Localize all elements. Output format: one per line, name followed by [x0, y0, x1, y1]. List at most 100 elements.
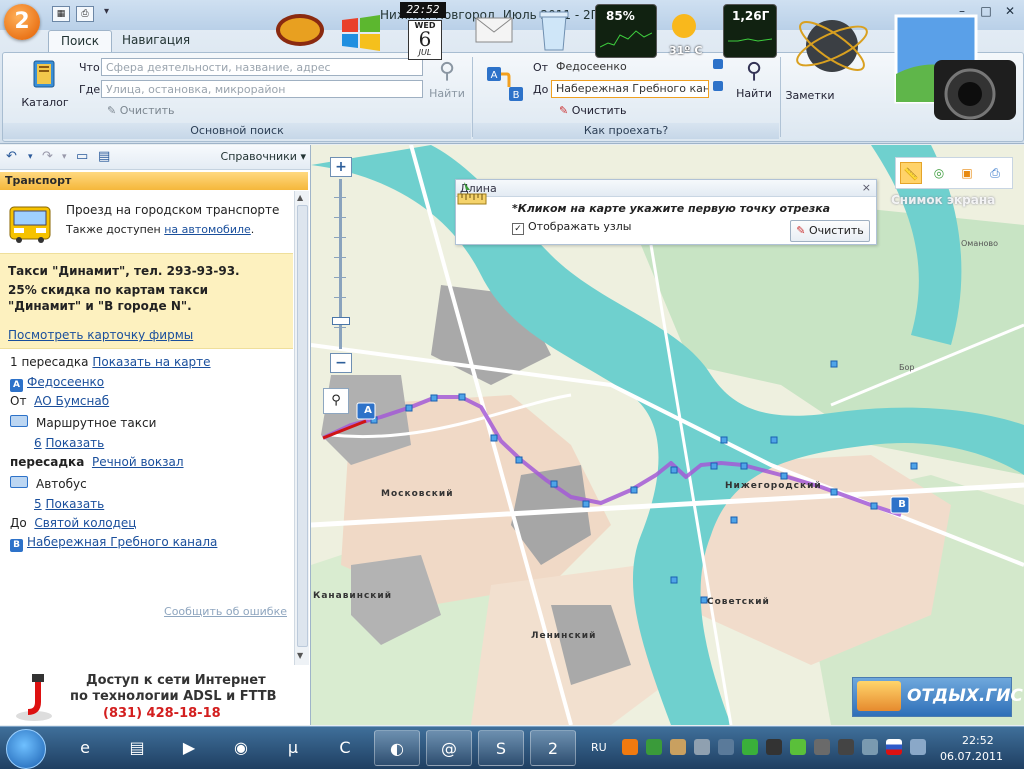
layers-tool-icon[interactable]: ▣	[956, 162, 978, 184]
swap-route-icon[interactable]	[713, 59, 723, 69]
leg2-mode: Автобус	[36, 477, 87, 491]
measure-clear-button[interactable]: ✎ Очистить	[790, 220, 870, 242]
camera-gadget-icon[interactable]	[894, 14, 1018, 136]
leg2-count-link[interactable]: 5	[34, 497, 42, 511]
back-icon[interactable]: ↶	[6, 149, 17, 164]
minibus-icon	[10, 415, 28, 427]
left-scrollbar[interactable]: ▲ ▼	[294, 191, 309, 665]
2gis-tray-icon[interactable]	[622, 739, 638, 755]
battery-tray-icon[interactable]	[814, 739, 830, 755]
firm-card-link[interactable]: Посмотреть карточку фирмы	[8, 328, 193, 342]
2gis-task-icon[interactable]: 2	[530, 730, 576, 766]
route-from-input[interactable]: Федосеенко	[551, 58, 709, 76]
tray-clock-time[interactable]: 22:52	[962, 734, 994, 747]
print-map-tool-icon[interactable]: ⎙	[984, 162, 1006, 184]
show-nodes-checkbox[interactable]: ✓ Отображать узлы	[512, 220, 631, 235]
network-status-icon[interactable]	[910, 739, 926, 755]
scroll-down-icon[interactable]: ▼	[297, 651, 303, 660]
quick-access-dropdown-icon[interactable]: ▾	[104, 6, 109, 17]
tab-search[interactable]: Поиск	[48, 30, 113, 52]
globe-gadget-icon[interactable]	[790, 6, 874, 86]
utorrent-tray-icon[interactable]	[742, 739, 758, 755]
tab-navigation[interactable]: Навигация	[110, 30, 202, 51]
to-stop-link[interactable]: Святой колодец	[34, 516, 136, 530]
firefox-icon[interactable]: ◐	[374, 730, 420, 766]
routes-tool-icon[interactable]: ◎	[928, 162, 950, 184]
windows-logo-icon[interactable]	[338, 12, 384, 52]
end-stop-link[interactable]: Набережная Гребного канала	[27, 535, 217, 549]
display-tray-icon[interactable]	[718, 739, 734, 755]
antivirus-tray-icon[interactable]	[790, 739, 806, 755]
reference-menu[interactable]: Справочники ▾	[221, 150, 306, 163]
map[interactable]: A B Московский Нижегородский Канавинский…	[311, 145, 1024, 725]
explorer-icon[interactable]: ▤	[114, 730, 160, 766]
volume-tray-icon[interactable]	[862, 739, 878, 755]
otdyh-banner[interactable]: ОТДЫХ.ГИС	[852, 677, 1023, 717]
route-to-input[interactable]: Набережная Гребного канала	[551, 80, 709, 98]
report-error-link[interactable]: Сообщить об ошибке	[164, 605, 287, 618]
print-icon[interactable]: ⎙	[76, 6, 94, 22]
mail-agent-icon[interactable]: @	[426, 730, 472, 766]
adsl-banner[interactable]: Доступ к сети Интернет по технологии ADS…	[0, 670, 308, 725]
mail-gadget-icon[interactable]	[474, 14, 514, 46]
map-pin-a[interactable]: A	[361, 403, 375, 417]
details-view-icon[interactable]: ▤	[98, 149, 110, 164]
clock-gadget[interactable]: 22:52 WED 6 JUL	[400, 2, 446, 60]
pick-on-map-icon[interactable]	[713, 81, 723, 91]
grid-icon[interactable]: ▦	[52, 6, 70, 22]
search-find-button[interactable]: ⚲ Найти	[427, 57, 467, 100]
show-on-map-link[interactable]: Показать на карте	[92, 355, 210, 369]
banner-phone: (831) 428-18-18	[103, 706, 221, 721]
measure-close-button[interactable]: ×	[862, 181, 871, 194]
what-input[interactable]	[101, 58, 423, 76]
zoom-area-button[interactable]: ⚲	[323, 388, 349, 414]
where-input[interactable]	[101, 80, 423, 98]
forward-icon[interactable]: ↷	[42, 149, 53, 164]
bus-icon	[9, 206, 51, 243]
ruler-tool-icon[interactable]: 📏	[900, 162, 922, 184]
leg2-show-link[interactable]: Показать	[45, 497, 104, 511]
nexus-logo-icon[interactable]	[274, 10, 326, 50]
zoom-in-button[interactable]: +	[330, 157, 352, 177]
list-view-icon[interactable]: ▭	[76, 149, 88, 164]
forward-dropdown-icon[interactable]: ▾	[62, 152, 67, 162]
zoom-out-button[interactable]: −	[330, 353, 352, 373]
notes-button[interactable]: Заметки	[785, 89, 835, 102]
language-indicator[interactable]: RU	[591, 741, 607, 754]
ram-meter-gadget[interactable]: 1,26Г	[723, 4, 777, 58]
scroll-up-icon[interactable]: ▲	[297, 193, 303, 202]
kmplayer-icon[interactable]: ◉	[218, 730, 264, 766]
flag-tray-icon[interactable]	[766, 739, 782, 755]
route-clear-button[interactable]: ✎ Очистить	[559, 104, 627, 117]
russian-flag-icon[interactable]	[886, 739, 902, 755]
leg1-count-link[interactable]: 6	[34, 436, 42, 450]
skype-icon[interactable]: S	[478, 730, 524, 766]
ie-icon[interactable]: e	[62, 730, 108, 766]
scroll-thumb[interactable]	[297, 205, 308, 647]
recycle-bin-icon[interactable]	[538, 8, 570, 52]
weather-sun-icon[interactable]	[664, 8, 704, 44]
agent-tray-icon[interactable]	[646, 739, 662, 755]
search-clear-button[interactable]: ✎ Очистить	[107, 104, 175, 117]
nexus-tray-icon[interactable]	[838, 739, 854, 755]
map-pin-b[interactable]: B	[895, 497, 909, 511]
by-car-link[interactable]: на автомобиле	[164, 223, 251, 236]
from-stop-link[interactable]: АО Бумснаб	[34, 394, 109, 408]
cpu-meter-gadget[interactable]: 85%	[595, 4, 657, 58]
app-logo[interactable]: 2	[4, 4, 40, 40]
calendar-gadget: WED 6 JUL	[408, 20, 442, 60]
catalog-button[interactable]: Каталог	[17, 57, 73, 109]
route-find-button[interactable]: ⚲ Найти	[733, 57, 775, 100]
utorrent-icon[interactable]: µ	[270, 730, 316, 766]
leg1-show-link[interactable]: Показать	[45, 436, 104, 450]
start-button[interactable]	[6, 729, 46, 769]
media-player-icon[interactable]: ▶	[166, 730, 212, 766]
back-dropdown-icon[interactable]: ▾	[28, 152, 33, 162]
transfer-stop-link[interactable]: Речной вокзал	[92, 455, 184, 469]
devices-tray-icon[interactable]	[694, 739, 710, 755]
start-stop-link[interactable]: Федосеенко	[27, 375, 104, 389]
network-tray-icon[interactable]	[670, 739, 686, 755]
tray-clock-date[interactable]: 06.07.2011	[940, 750, 1003, 763]
zoom-handle[interactable]	[332, 317, 350, 325]
ccleaner-icon[interactable]: C	[322, 730, 368, 766]
